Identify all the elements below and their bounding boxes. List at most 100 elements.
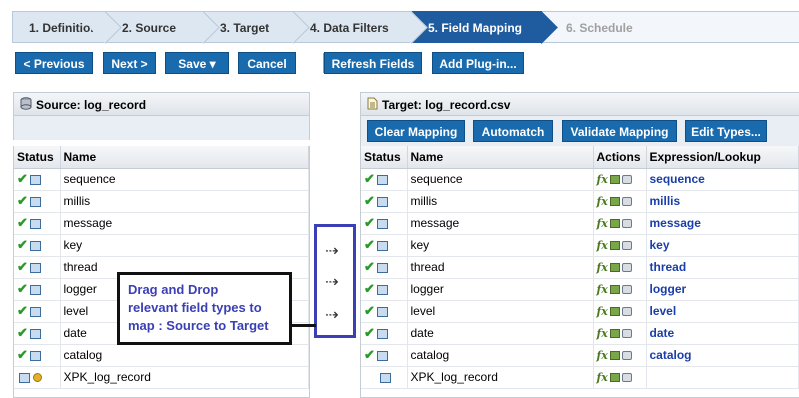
- field-name[interactable]: message: [60, 212, 309, 235]
- annotation-connector: [292, 324, 316, 327]
- lookup-icon[interactable]: [609, 351, 620, 361]
- field-name[interactable]: sequence: [60, 168, 309, 191]
- remove-icon[interactable]: [621, 329, 632, 339]
- field-name[interactable]: thread: [407, 256, 594, 279]
- remove-icon[interactable]: [621, 197, 632, 207]
- lookup-icon[interactable]: [609, 373, 620, 383]
- wizard-steps: 1. Definition 2. Source 3. Target 4. Dat…: [12, 11, 799, 43]
- lookup-icon[interactable]: [609, 197, 620, 207]
- source-row[interactable]: ✔ sequence: [14, 168, 309, 191]
- automatch-button[interactable]: Automatch: [473, 120, 553, 142]
- remove-icon[interactable]: [621, 263, 632, 273]
- target-toolbar: Clear Mapping Automatch Validate Mapping…: [360, 116, 799, 146]
- refresh-fields-button[interactable]: Refresh Fields: [324, 52, 422, 74]
- expression-cell[interactable]: key: [646, 234, 799, 257]
- lookup-icon[interactable]: [609, 285, 620, 295]
- function-icon[interactable]: fx: [597, 305, 608, 318]
- target-title: Target: log_record.csv: [382, 98, 511, 112]
- field-name[interactable]: millis: [407, 190, 594, 213]
- remove-icon[interactable]: [621, 241, 632, 251]
- expression-cell[interactable]: millis: [646, 190, 799, 213]
- target-row[interactable]: XPK_log_record fx: [361, 366, 799, 389]
- function-icon[interactable]: fx: [597, 195, 608, 208]
- field-name[interactable]: XPK_log_record: [60, 366, 309, 389]
- target-col-name[interactable]: Name: [407, 146, 594, 169]
- expression-cell[interactable]: catalog: [646, 344, 799, 367]
- field-name[interactable]: sequence: [407, 168, 594, 191]
- status-cell: ✔: [14, 278, 61, 301]
- status-cell: ✔: [14, 300, 61, 323]
- lookup-icon[interactable]: [609, 175, 620, 185]
- lookup-icon[interactable]: [609, 219, 620, 229]
- field-name[interactable]: XPK_log_record: [407, 366, 594, 389]
- target-row[interactable]: ✔ key fx key: [361, 234, 799, 257]
- function-icon[interactable]: fx: [597, 261, 608, 274]
- function-icon[interactable]: fx: [597, 217, 608, 230]
- function-icon[interactable]: fx: [597, 239, 608, 252]
- next-button[interactable]: Next >: [103, 52, 156, 74]
- target-row[interactable]: ✔ catalog fx catalog: [361, 344, 799, 367]
- function-icon[interactable]: fx: [597, 327, 608, 340]
- step-field-mapping[interactable]: 5. Field Mapping: [412, 11, 542, 43]
- remove-icon[interactable]: [621, 219, 632, 229]
- field-name[interactable]: key: [407, 234, 594, 257]
- clear-mapping-button[interactable]: Clear Mapping: [367, 120, 465, 142]
- function-icon[interactable]: fx: [597, 349, 608, 362]
- cancel-button[interactable]: Cancel: [238, 52, 296, 74]
- field-name[interactable]: level: [407, 300, 594, 323]
- function-icon[interactable]: fx: [597, 371, 608, 384]
- field-name[interactable]: catalog: [60, 344, 309, 367]
- target-row[interactable]: ✔ logger fx logger: [361, 278, 799, 301]
- function-icon[interactable]: fx: [597, 283, 608, 296]
- remove-icon[interactable]: [621, 351, 632, 361]
- step-data-filters[interactable]: 4. Data Filters: [294, 11, 412, 43]
- source-toolbar: [13, 116, 310, 140]
- expression-cell[interactable]: level: [646, 300, 799, 323]
- source-col-name[interactable]: Name: [60, 146, 309, 169]
- source-row[interactable]: XPK_log_record: [14, 366, 309, 389]
- source-row[interactable]: ✔ millis: [14, 190, 309, 213]
- step-definition[interactable]: 1. Definition: [12, 11, 106, 43]
- function-icon[interactable]: fx: [597, 173, 608, 186]
- source-col-status[interactable]: Status: [14, 146, 61, 169]
- remove-icon[interactable]: [621, 307, 632, 317]
- expression-cell[interactable]: [646, 366, 799, 389]
- validate-mapping-button[interactable]: Validate Mapping: [562, 120, 677, 142]
- field-name[interactable]: catalog: [407, 344, 594, 367]
- expression-cell[interactable]: message: [646, 212, 799, 235]
- source-row[interactable]: ✔ catalog: [14, 344, 309, 367]
- field-name[interactable]: date: [407, 322, 594, 345]
- field-name[interactable]: logger: [407, 278, 594, 301]
- target-col-expression[interactable]: Expression/Lookup: [646, 146, 799, 169]
- expression-cell[interactable]: thread: [646, 256, 799, 279]
- remove-icon[interactable]: [621, 175, 632, 185]
- target-row[interactable]: ✔ date fx date: [361, 322, 799, 345]
- previous-button[interactable]: < Previous: [15, 52, 93, 74]
- target-row[interactable]: ✔ level fx level: [361, 300, 799, 323]
- status-cell: ✔: [361, 256, 408, 279]
- target-col-actions[interactable]: Actions: [593, 146, 647, 169]
- lookup-icon[interactable]: [609, 263, 620, 273]
- expression-cell[interactable]: date: [646, 322, 799, 345]
- field-name[interactable]: millis: [60, 190, 309, 213]
- source-row[interactable]: ✔ key: [14, 234, 309, 257]
- add-plugin-button[interactable]: Add Plug-in...: [432, 52, 524, 74]
- expression-cell[interactable]: sequence: [646, 168, 799, 191]
- remove-icon[interactable]: [621, 373, 632, 383]
- target-row[interactable]: ✔ message fx message: [361, 212, 799, 235]
- edit-types-button[interactable]: Edit Types...: [685, 120, 767, 142]
- status-cell: ✔: [14, 344, 61, 367]
- expression-cell[interactable]: logger: [646, 278, 799, 301]
- source-row[interactable]: ✔ message: [14, 212, 309, 235]
- target-row[interactable]: ✔ thread fx thread: [361, 256, 799, 279]
- field-name[interactable]: key: [60, 234, 309, 257]
- save-dropdown-button[interactable]: Save ▾: [165, 52, 229, 74]
- target-row[interactable]: ✔ millis fx millis: [361, 190, 799, 213]
- lookup-icon[interactable]: [609, 307, 620, 317]
- lookup-icon[interactable]: [609, 329, 620, 339]
- field-name[interactable]: message: [407, 212, 594, 235]
- target-row[interactable]: ✔ sequence fx sequence: [361, 168, 799, 191]
- lookup-icon[interactable]: [609, 241, 620, 251]
- remove-icon[interactable]: [621, 285, 632, 295]
- target-col-status[interactable]: Status: [361, 146, 408, 169]
